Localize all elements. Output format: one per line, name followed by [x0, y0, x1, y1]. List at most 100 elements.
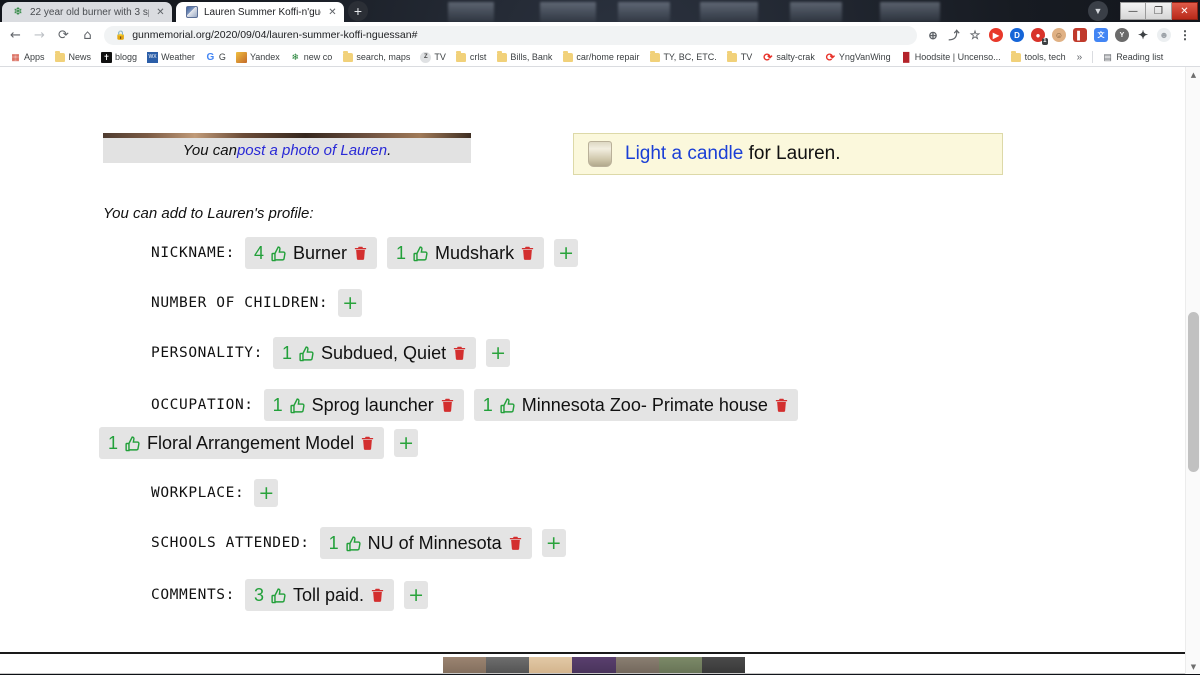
extensions-puzzle-icon[interactable]: ✦ — [1136, 28, 1150, 42]
scroll-up-icon[interactable]: ▲ — [1186, 67, 1200, 82]
video-download-extension-icon[interactable]: ▶ — [989, 28, 1003, 42]
bookmark-car-home-repair[interactable]: car/home repair — [558, 50, 643, 64]
bookmark-tv-folder[interactable]: TV — [723, 50, 757, 64]
thumbs-up-icon[interactable] — [270, 245, 287, 262]
thumbs-up-icon[interactable] — [412, 245, 429, 262]
blocker-extension-icon[interactable]: ● 1 — [1031, 28, 1048, 45]
profile-extension-icon[interactable]: ☺ — [1052, 28, 1066, 42]
dashlane-extension-icon[interactable]: D — [1010, 28, 1024, 42]
trash-icon[interactable] — [774, 397, 789, 413]
minimize-button[interactable]: — — [1120, 2, 1146, 20]
attribute-value-text: Sprog launcher — [311, 394, 434, 415]
bookmark-google[interactable]: G G — [201, 51, 230, 64]
back-icon[interactable]: ← — [8, 28, 23, 43]
victim-thumbnail-strip[interactable] — [443, 657, 745, 674]
bookmark-bills-bank[interactable]: Bills, Bank — [492, 50, 556, 64]
close-button[interactable]: ✕ — [1172, 2, 1198, 20]
attribute-label: OCCUPATION: — [151, 397, 254, 413]
reading-list-button[interactable]: ▤ Reading list — [1098, 51, 1167, 64]
bookmark-star-icon[interactable]: ☆ — [968, 28, 982, 42]
tab-lauren-memorial[interactable]: Lauren Summer Koffi-n'guessan ✕ — [176, 2, 344, 22]
yandex-extension-icon[interactable]: Y — [1115, 28, 1129, 42]
victim-thumbnail[interactable] — [615, 657, 659, 674]
reddit-icon: ⟳ — [825, 51, 835, 64]
trash-icon[interactable] — [452, 345, 467, 361]
bookmark-yandex[interactable]: Yandex — [232, 51, 284, 64]
trash-icon[interactable] — [520, 245, 535, 261]
attribute-value-chip[interactable]: 1 NU of Minnesota — [319, 527, 532, 559]
post-photo-link[interactable]: post a photo of Lauren — [237, 142, 387, 159]
thumbs-up-icon[interactable] — [289, 397, 306, 414]
thumbs-up-icon[interactable] — [298, 345, 315, 362]
tab-title: 22 year old burner with 3 sprogl — [30, 6, 149, 18]
home-icon[interactable]: ⌂ — [80, 28, 95, 43]
bookmark-hoodsite[interactable]: █ Hoodsite | Uncenso... — [897, 51, 1005, 64]
bookmark-tv-zattoo[interactable]: Z TV — [416, 51, 450, 64]
trash-icon[interactable] — [508, 535, 523, 551]
victim-thumbnail[interactable] — [572, 657, 616, 674]
thumbs-up-icon[interactable] — [345, 535, 362, 552]
add-comment-button[interactable]: + — [404, 581, 429, 609]
share-icon[interactable]: ⤴ — [947, 28, 961, 42]
thumbs-up-icon[interactable] — [270, 587, 287, 604]
bookmark-news[interactable]: News — [51, 50, 96, 64]
bookmark-blogg[interactable]: ✝ blogg — [97, 51, 141, 64]
page-scrollbar[interactable]: ▲ ▼ — [1185, 67, 1200, 674]
bookmark-tools-tech[interactable]: tools, tech — [1007, 50, 1070, 64]
victim-thumbnail[interactable] — [701, 657, 745, 674]
add-personality-button[interactable]: + — [486, 339, 511, 367]
thumbs-up-icon[interactable] — [124, 435, 141, 452]
attribute-value-chip[interactable]: 1 Floral Arrangement Model — [99, 427, 385, 459]
light-a-candle-link[interactable]: Light a candle — [625, 143, 743, 164]
bookmark-salty-crak[interactable]: ⟳ salty-crak — [758, 51, 819, 64]
victim-thumbnail[interactable] — [529, 657, 573, 674]
bookmark-apps[interactable]: ▦ Apps — [6, 51, 49, 64]
trash-icon[interactable] — [440, 397, 455, 413]
new-tab-button[interactable]: + — [348, 1, 368, 21]
translate-extension-icon[interactable]: 文 — [1094, 28, 1108, 42]
tab-burner[interactable]: ❄ 22 year old burner with 3 sprogl ✕ — [2, 2, 172, 22]
bookmark-label: G — [218, 52, 226, 62]
light-a-candle-box[interactable]: Light a candle for Lauren. — [573, 133, 1003, 175]
attribute-value-chip[interactable]: 1 Subdued, Quiet — [272, 337, 477, 369]
bookmark-label: Bills, Bank — [510, 52, 553, 62]
victim-thumbnail[interactable] — [658, 657, 702, 674]
scroll-down-icon[interactable]: ▼ — [1186, 659, 1200, 674]
victim-thumbnail[interactable] — [486, 657, 530, 674]
books-extension-icon[interactable]: ▌ — [1073, 28, 1087, 42]
vote-count: 4 — [253, 242, 264, 263]
bookmarks-overflow-button[interactable]: » — [1072, 52, 1088, 63]
maximize-button[interactable]: ❐ — [1146, 2, 1172, 20]
chrome-menu-icon[interactable]: ⋮ — [1178, 28, 1192, 42]
victim-thumbnail[interactable] — [443, 657, 487, 674]
bookmark-ty-bc-etc[interactable]: TY, BC, ETC. — [645, 50, 720, 64]
zoom-icon[interactable]: ⊕ — [926, 28, 940, 42]
address-bar[interactable]: 🔒 gunmemorial.org/2020/09/04/lauren-summ… — [104, 25, 917, 45]
scrollbar-thumb[interactable] — [1188, 312, 1199, 472]
attribute-value-chip[interactable]: 1 Mudshark — [387, 237, 545, 269]
thumbs-up-icon[interactable] — [499, 397, 516, 414]
add-number-of-children-button[interactable]: + — [338, 289, 363, 317]
window-profile-icon[interactable]: ▼ — [1088, 1, 1108, 21]
bookmark-weather[interactable]: WX Weather — [143, 51, 199, 64]
bookmark-search-maps[interactable]: search, maps — [338, 50, 414, 64]
add-nickname-button[interactable]: + — [554, 239, 579, 267]
attribute-value-chip[interactable]: 1 Minnesota Zoo- Primate house — [473, 389, 798, 421]
close-icon[interactable]: ✕ — [327, 7, 338, 18]
reload-icon[interactable]: ⟳ — [56, 28, 71, 43]
trash-icon[interactable] — [360, 435, 375, 451]
attribute-value-chip[interactable]: 4 Burner — [244, 237, 378, 269]
add-workplace-button[interactable]: + — [254, 479, 279, 507]
add-school-button[interactable]: + — [541, 529, 566, 557]
attribute-value-chip[interactable]: 3 Toll paid. — [244, 579, 395, 611]
trash-icon[interactable] — [370, 587, 385, 603]
trash-icon[interactable] — [353, 245, 368, 261]
bookmark-yngvanwing[interactable]: ⟳ YngVanWing — [821, 51, 895, 64]
close-icon[interactable]: ✕ — [155, 7, 166, 18]
avatar-icon[interactable]: ☻ — [1157, 28, 1171, 42]
attribute-value-chip[interactable]: 1 Sprog launcher — [263, 389, 464, 421]
add-occupation-button[interactable]: + — [394, 429, 419, 457]
bookmark-crlst[interactable]: crlst — [452, 50, 491, 64]
bookmark-new-co[interactable]: ❄ new co — [286, 51, 337, 64]
forward-icon[interactable]: → — [32, 28, 47, 43]
